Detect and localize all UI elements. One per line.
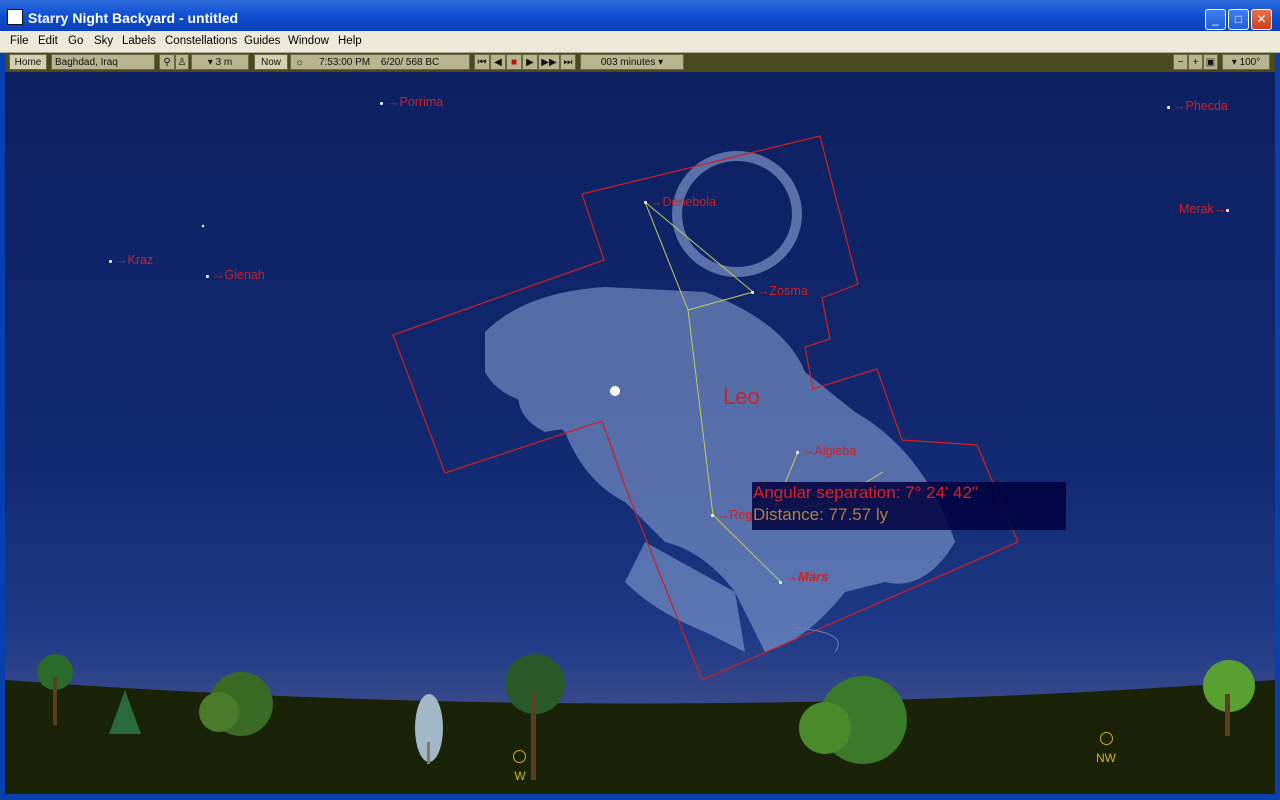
label-gienah[interactable]: →Gienah (212, 268, 265, 282)
direction-west: W (514, 769, 526, 783)
window-frame-bottom (0, 794, 1280, 800)
star-denebola[interactable] (644, 201, 647, 204)
star-algieba[interactable] (796, 451, 799, 454)
bright-marker (610, 386, 620, 396)
direction-northwest: NW (1096, 751, 1116, 765)
time-date-field[interactable]: ☼ 7:53:00 PM 6/20/ 568 BC (290, 54, 470, 70)
now-button[interactable]: Now (254, 54, 288, 70)
leo-illustration (485, 151, 955, 652)
star-zosma[interactable] (751, 291, 754, 294)
fov-value: 100° (1239, 57, 1261, 68)
person-icon[interactable]: ♙ (175, 54, 189, 70)
rewind-fast-button[interactable]: ⏮ (474, 54, 490, 70)
menu-file[interactable]: File (10, 35, 29, 47)
label-kraz[interactable]: →Kraz (115, 253, 153, 267)
star-porrima[interactable] (380, 102, 383, 105)
elevation-value: 3 m (215, 57, 233, 68)
play-button[interactable]: ▶ (522, 54, 538, 70)
menu-labels[interactable]: Labels (122, 35, 156, 47)
star-kraz[interactable] (109, 260, 112, 263)
title-bar: Starry Night Backyard - untitled _ □ ✕ (0, 0, 1280, 34)
stop-button[interactable]: ■ (506, 54, 522, 70)
elevation-dropdown[interactable]: ▾ 3 m (191, 54, 249, 70)
star-gienah[interactable] (206, 275, 209, 278)
star-merak[interactable] (1226, 209, 1229, 212)
chevron-down-icon: ▾ (207, 57, 216, 68)
label-algieba[interactable]: →Algieba (802, 444, 856, 458)
timestep-dropdown[interactable]: 003 minutes ▾ (580, 54, 684, 70)
menu-go[interactable]: Go (68, 35, 83, 47)
menu-guides[interactable]: Guides (244, 35, 280, 47)
time-value: 7:53:00 PM (318, 57, 371, 68)
menu-bar: File Edit Go Sky Labels Constellations G… (0, 31, 1280, 53)
minimize-button[interactable]: _ (1205, 9, 1226, 30)
sun-icon: ☼ (295, 57, 305, 68)
window-frame-left (0, 53, 5, 800)
zoom-in-icon[interactable]: + (1188, 54, 1203, 70)
maximize-button[interactable]: □ (1228, 9, 1249, 30)
planet-mars[interactable] (779, 581, 782, 584)
chevron-down-icon: ▾ (1231, 57, 1240, 68)
sky-graphics (5, 135, 1275, 794)
menu-edit[interactable]: Edit (38, 35, 58, 47)
label-porrima[interactable]: →Porrima (387, 95, 443, 109)
star-phecda[interactable] (1167, 106, 1170, 109)
label-mars[interactable]: →Mars (785, 569, 828, 584)
menu-help[interactable]: Help (338, 35, 362, 47)
forward-fast-button[interactable]: ⏭ (560, 54, 576, 70)
close-button[interactable]: ✕ (1251, 9, 1272, 30)
angular-separation-text: Angular separation: 7° 24' 42" (753, 483, 978, 502)
control-toolbar: Home Baghdad, Iraq ⚲ ♙ ▾ 3 m Now ☼ 7:53:… (5, 53, 1275, 72)
window-title: Starry Night Backyard - untitled (28, 10, 239, 26)
northwest-direction-icon (1100, 732, 1113, 745)
step-forward-button[interactable]: ▶▶ (538, 54, 560, 70)
timestep-value: 003 minutes (600, 57, 656, 68)
zoom-out-icon[interactable]: − (1173, 54, 1188, 70)
app-icon[interactable] (7, 9, 23, 25)
label-merak[interactable]: Merak→ (1179, 202, 1226, 216)
sky-view[interactable]: →Porrima →Phecda →Denebola Merak→ →Kraz … (5, 72, 1275, 794)
label-phecda[interactable]: →Phecda (1173, 99, 1228, 113)
menu-sky[interactable]: Sky (94, 35, 113, 47)
zoom-fit-icon[interactable]: ▣ (1203, 54, 1218, 70)
step-back-button[interactable]: ◀ (490, 54, 506, 70)
chevron-down-icon: ▾ (655, 57, 664, 68)
ground (5, 680, 1275, 794)
constellation-label[interactable]: Leo (723, 384, 760, 410)
home-button[interactable]: Home (9, 54, 47, 70)
label-denebola[interactable]: →Denebola (650, 195, 716, 209)
menu-constellations[interactable]: Constellations (165, 35, 237, 47)
west-direction-icon (513, 750, 526, 763)
label-zosma[interactable]: →Zosma (757, 284, 808, 298)
location-field[interactable]: Baghdad, Iraq (51, 54, 155, 70)
fov-dropdown[interactable]: ▾ 100° (1222, 54, 1270, 70)
star-regulus[interactable] (711, 514, 714, 517)
window-frame-right (1275, 53, 1280, 800)
date-value: 6/20/ 568 BC (380, 57, 440, 68)
binoculars-icon[interactable]: ⚲ (159, 54, 175, 70)
distance-text: Distance: 77.57 ly (753, 505, 889, 524)
menu-window[interactable]: Window (288, 35, 329, 47)
